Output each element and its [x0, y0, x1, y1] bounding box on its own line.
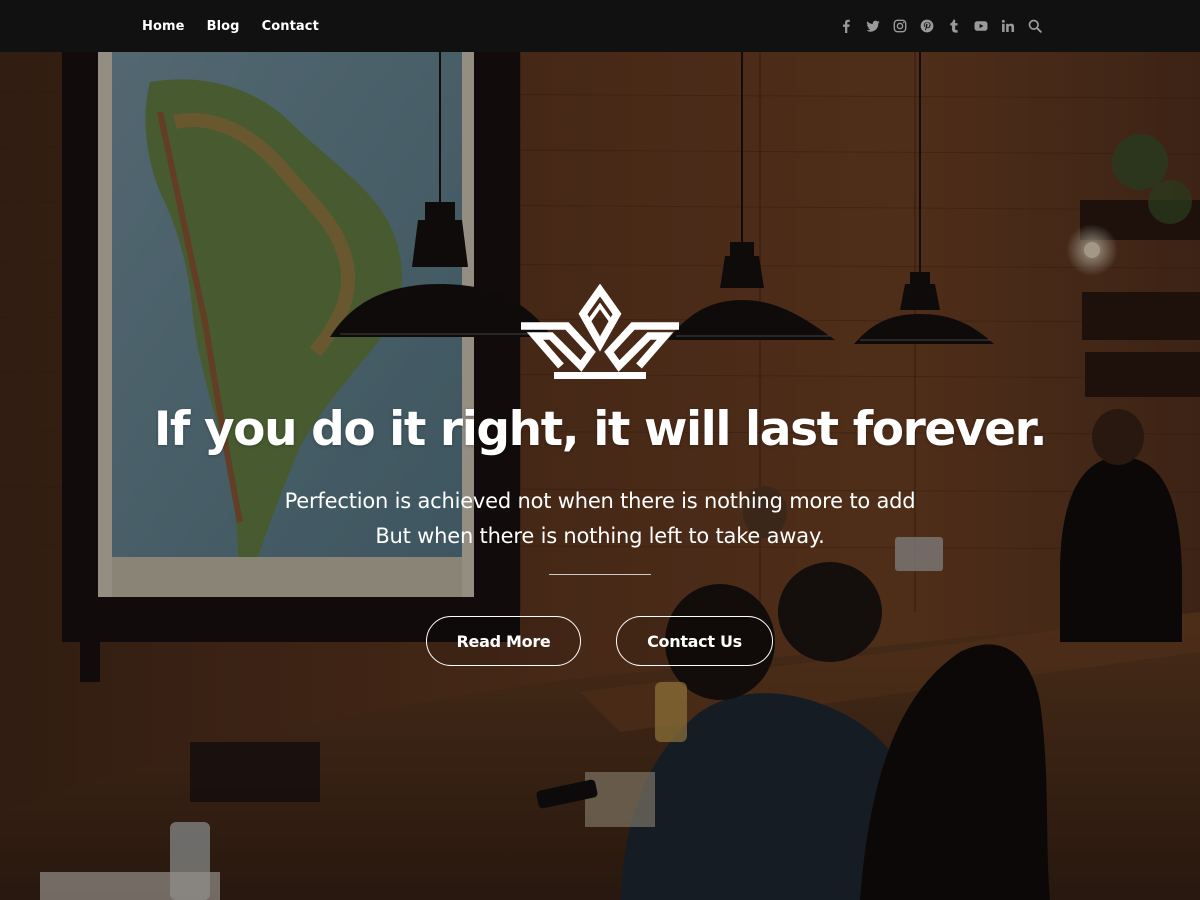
hero-content: If you do it right, it will last forever…	[0, 52, 1200, 900]
search-icon[interactable]	[1028, 19, 1042, 33]
hero-divider	[549, 574, 651, 575]
nav-link-contact[interactable]: Contact	[262, 19, 319, 34]
crown-logo-icon	[521, 284, 679, 379]
hero-subtitle-line-2: But when there is nothing left to take a…	[375, 524, 825, 548]
linkedin-icon[interactable]	[1001, 19, 1015, 33]
tumblr-icon[interactable]	[947, 19, 961, 33]
facebook-icon[interactable]	[839, 19, 853, 33]
hero-title: If you do it right, it will last forever…	[153, 402, 1048, 457]
pinterest-icon[interactable]	[920, 19, 934, 33]
twitter-icon[interactable]	[866, 19, 880, 33]
nav-link-home[interactable]: Home	[142, 19, 185, 34]
hero-subtitle-line-1: Perfection is achieved not when there is…	[284, 489, 916, 513]
read-more-button[interactable]: Read More	[426, 616, 581, 666]
contact-us-button[interactable]: Contact Us	[616, 616, 773, 666]
hero-section: If you do it right, it will last forever…	[0, 52, 1200, 900]
nav-link-blog[interactable]: Blog	[207, 19, 240, 34]
instagram-icon[interactable]	[893, 19, 907, 33]
social-links	[839, 0, 1042, 52]
main-menu: Home Blog Contact	[142, 0, 319, 52]
youtube-icon[interactable]	[974, 19, 988, 33]
top-navigation-bar: Home Blog Contact	[0, 0, 1200, 52]
